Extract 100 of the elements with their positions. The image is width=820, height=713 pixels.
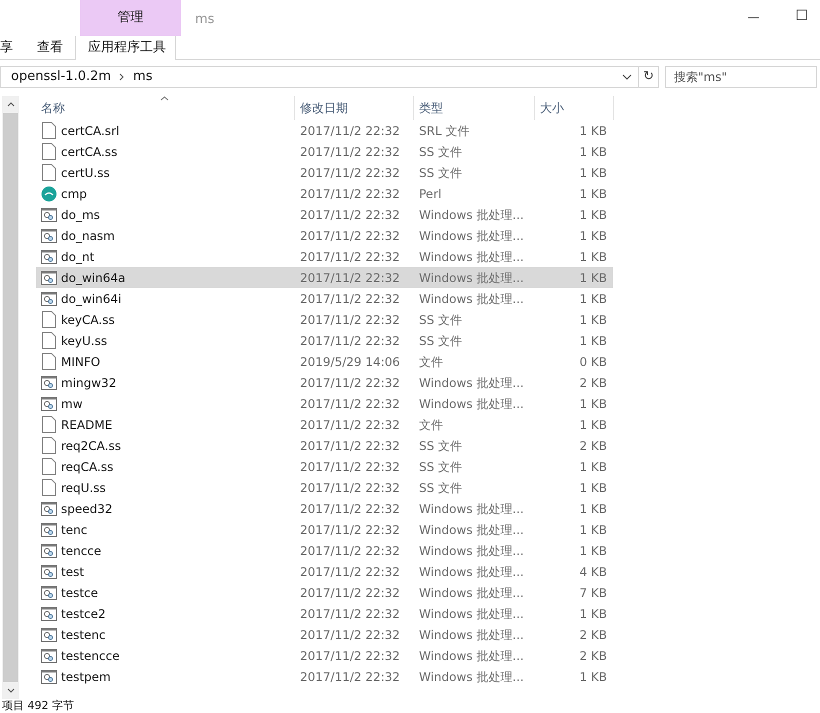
size-cell-text: 1 KB — [578, 164, 607, 182]
scrollbar-thumb[interactable] — [3, 113, 18, 682]
file-row[interactable]: do_win64a 2017/11/2 22:32 Windows 批处理... 1 KB — [36, 267, 613, 288]
file-row[interactable]: req2CA.ss 2017/11/2 22:32 SS 文件 2 KB — [36, 435, 613, 456]
file-row[interactable]: speed32 2017/11/2 22:32 Windows 批处理... 1 KB — [36, 498, 613, 519]
gears-window-icon — [41, 396, 57, 410]
size-cell-text: 1 KB — [578, 606, 607, 622]
column-header[interactable]: 大小 — [535, 96, 614, 120]
size-cell-text: 1 KB — [578, 542, 607, 560]
file-row[interactable]: keyU.ss 2017/11/2 22:32 SS 文件 1 KB — [36, 330, 613, 351]
chevron-down-icon[interactable] — [622, 74, 632, 80]
size-cell-text: 1 KB — [578, 186, 607, 202]
file-name: do_win64i — [61, 290, 122, 308]
type-cell-text: Windows 批处理... — [418, 374, 525, 392]
date-cell-text: 2017/11/2 22:32 — [299, 522, 401, 538]
document-icon — [42, 311, 56, 328]
ribbon-tab[interactable]: 享 — [0, 36, 25, 59]
file-row[interactable]: testce2 2017/11/2 22:32 Windows 批处理... 1 KB — [36, 603, 613, 624]
file-row[interactable]: reqCA.ss 2017/11/2 22:32 SS 文件 1 KB — [36, 456, 613, 477]
document-icon — [42, 416, 56, 433]
sort-ascending-icon — [160, 96, 169, 101]
file-name: mingw32 — [61, 374, 116, 392]
date-cell-text: 2017/11/2 22:32 — [299, 374, 401, 392]
scrollbar[interactable] — [2, 96, 19, 699]
gears-window-icon — [41, 502, 57, 516]
size-cell-text: 2 KB — [578, 438, 607, 454]
column-header[interactable]: 修改日期 — [295, 96, 414, 120]
file-name: MINFO — [61, 354, 100, 370]
date-cell-text: 2017/11/2 22:32 — [299, 164, 401, 182]
file-row[interactable]: README 2017/11/2 22:32 文件 1 KB — [36, 414, 613, 435]
date-cell-text: 2017/11/2 22:32 — [299, 312, 401, 328]
size-cell-text: 2 KB — [578, 374, 607, 392]
ribbon-tab[interactable]: 应用程序工具 — [75, 36, 176, 60]
date-cell-text: 2017/11/2 22:32 — [299, 564, 401, 580]
file-name: tenc — [61, 522, 88, 538]
search-field[interactable]: 搜索"ms" — [665, 66, 817, 88]
file-name: do_win64a — [61, 270, 126, 286]
file-row[interactable]: testenc 2017/11/2 22:32 Windows 批处理... 2 KB — [36, 624, 613, 645]
size-cell-text: 1 KB — [578, 270, 607, 286]
file-row[interactable]: cmp 2017/11/2 22:32 Perl 1 KB — [36, 183, 613, 204]
size-cell-text: 1 KB — [578, 416, 607, 434]
breadcrumb-item[interactable]: ms — [133, 67, 152, 87]
file-name: testce — [61, 584, 98, 602]
file-row[interactable]: do_ms 2017/11/2 22:32 Windows 批处理... 1 KB — [36, 204, 613, 225]
size-cell-text: 2 KB — [578, 626, 607, 644]
date-cell-text: 2017/11/2 22:32 — [299, 290, 401, 308]
gears-window-icon — [41, 270, 57, 284]
file-row[interactable]: do_nasm 2017/11/2 22:32 Windows 批处理... 1 KB — [36, 225, 613, 246]
file-row[interactable]: do_nt 2017/11/2 22:32 Windows 批处理... 1 KB — [36, 246, 613, 267]
file-row[interactable]: testpem 2017/11/2 22:32 Windows 批处理... 1 KB — [36, 666, 613, 687]
type-cell-text: SS 文件 — [418, 458, 464, 476]
file-row[interactable]: mingw32 2017/11/2 22:32 Windows 批处理... 2 KB — [36, 372, 613, 393]
type-cell-text: SS 文件 — [418, 144, 464, 160]
status-text: 项目 492 字节 — [1, 700, 74, 712]
type-cell-text: SS 文件 — [418, 164, 464, 182]
gears-window-icon — [41, 292, 57, 306]
file-row[interactable]: MINFO 2019/5/29 14:06 文件 0 KB — [36, 351, 613, 372]
minimize-button[interactable]: — — [747, 8, 760, 36]
file-name: testce2 — [61, 606, 106, 622]
file-row[interactable]: mw 2017/11/2 22:32 Windows 批处理... 1 KB — [36, 393, 613, 414]
file-row[interactable]: test 2017/11/2 22:32 Windows 批处理... 4 KB — [36, 561, 613, 582]
file-row[interactable]: certU.ss 2017/11/2 22:32 SS 文件 1 KB — [36, 162, 613, 183]
type-cell-text: Windows 批处理... — [418, 206, 525, 224]
type-cell-text: Windows 批处理... — [418, 606, 525, 622]
file-row[interactable]: tenc 2017/11/2 22:32 Windows 批处理... 1 KB — [36, 519, 613, 540]
document-icon — [42, 143, 56, 160]
file-row[interactable]: certCA.ss 2017/11/2 22:32 SS 文件 1 KB — [36, 141, 613, 162]
column-header[interactable]: 类型 — [414, 96, 535, 120]
type-cell-text: SS 文件 — [418, 332, 464, 350]
maximize-button[interactable]: ☐ — [795, 6, 808, 36]
file-row[interactable]: testencce 2017/11/2 22:32 Windows 批处理... 2 KB — [36, 645, 613, 666]
size-cell-text: 2 KB — [578, 648, 607, 664]
refresh-button[interactable]: ↻ — [638, 67, 658, 87]
file-row[interactable]: testce 2017/11/2 22:32 Windows 批处理... 7 KB — [36, 582, 613, 603]
chevron-down-icon[interactable] — [6, 688, 14, 693]
file-name: README — [61, 416, 112, 434]
document-icon — [42, 164, 56, 181]
document-icon — [42, 458, 56, 475]
size-cell-text: 1 KB — [578, 248, 607, 266]
gears-window-icon — [41, 648, 57, 662]
ribbon-tab[interactable]: 查看 — [25, 36, 75, 59]
chevron-up-icon[interactable] — [6, 102, 14, 107]
file-name: certCA.ss — [61, 144, 118, 160]
date-cell-text: 2017/11/2 22:32 — [299, 458, 401, 476]
date-cell-text: 2017/11/2 22:32 — [299, 270, 401, 286]
file-name: do_ms — [61, 206, 100, 224]
file-name: do_nasm — [61, 228, 115, 244]
file-name: keyCA.ss — [61, 312, 115, 328]
file-row[interactable]: tencce 2017/11/2 22:32 Windows 批处理... 1 KB — [36, 540, 613, 561]
column-header[interactable]: 名称 — [36, 96, 295, 120]
size-cell-text: 1 KB — [578, 668, 607, 686]
address-bar[interactable]: openssl-1.0.2m ms ↻ — [0, 66, 659, 88]
file-row[interactable]: reqU.ss 2017/11/2 22:32 SS 文件 1 KB — [36, 477, 613, 498]
file-row[interactable]: keyCA.ss 2017/11/2 22:32 SS 文件 1 KB — [36, 309, 613, 330]
file-name: test — [61, 564, 84, 580]
date-cell-text: 2017/11/2 22:32 — [299, 500, 401, 518]
file-row[interactable]: certCA.srl 2017/11/2 22:32 SRL 文件 1 KB — [36, 120, 613, 141]
breadcrumb-item[interactable]: openssl-1.0.2m — [11, 67, 112, 87]
date-cell-text: 2017/11/2 22:32 — [299, 416, 401, 434]
file-row[interactable]: do_win64i 2017/11/2 22:32 Windows 批处理... 1 KB — [36, 288, 613, 309]
